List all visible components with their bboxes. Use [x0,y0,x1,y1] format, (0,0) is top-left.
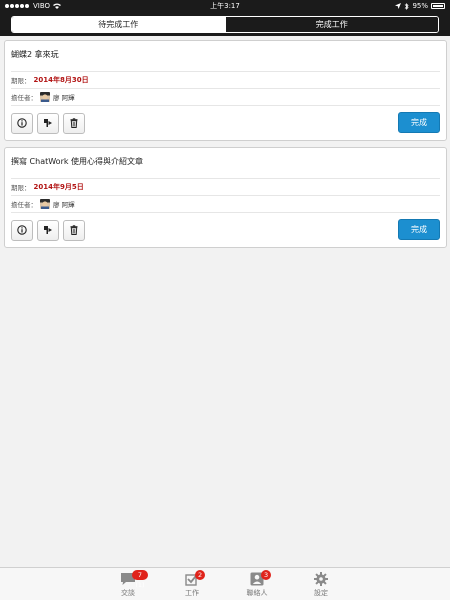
assignee-row: 擔任者： 廖 阿輝 [11,195,440,212]
status-left: VIBO [5,2,62,10]
info-icon [17,225,27,235]
task-card: 蝴蝶2 拿來玩 期限： 2014年8月30日 擔任者： 廖 阿輝 完成 [4,40,447,141]
trash-icon [70,118,78,128]
status-right: 95% [395,2,445,10]
assignee-label: 擔任者： [11,94,37,102]
tab-settings-label: 設定 [314,589,328,597]
deadline-date: 2014年9月5日 [33,183,84,191]
task-actions: 完成 [11,212,440,247]
contacts-badge: 3 [261,570,272,580]
reassign-button[interactable] [37,112,59,134]
assignee-name[interactable]: 廖 阿輝 [53,199,75,209]
bottom-tab-bar: 7 (1) 交談 2 工作 3 聯絡人 設定 [0,567,450,600]
trash-icon [70,225,78,235]
carrier-name: VIBO [33,2,51,10]
tab-completed-tasks[interactable]: 完成工作 [224,16,438,32]
avatar [40,199,50,209]
assignee-row: 擔任者： 廖 阿輝 [11,88,440,105]
complete-button[interactable]: 完成 [398,219,440,240]
task-actions: 完成 [11,105,440,140]
complete-button[interactable]: 完成 [398,112,440,133]
gear-icon [314,572,328,586]
battery-percent: 95% [412,2,428,10]
tab-tasks[interactable]: 2 工作 [172,570,212,598]
reassign-button[interactable] [37,219,59,241]
deadline-row: 期限： 2014年9月5日 [11,178,440,195]
tab-contacts-label: 聯絡人 [246,589,268,597]
tasks-badge: 2 [195,570,206,580]
header-bar: 待完成工作 完成工作 [0,12,450,36]
battery-icon [431,3,445,9]
status-bar: VIBO 上午3:17 95% [0,0,450,12]
tab-contacts[interactable]: 3 聯絡人 [237,570,277,598]
wifi-icon [53,3,62,9]
deadline-label: 期限： [11,77,31,85]
status-time: 上午3:17 [210,2,240,10]
reassign-icon [44,226,52,234]
info-button[interactable] [11,112,33,134]
location-icon [395,3,402,9]
delete-button[interactable] [63,112,85,134]
task-filter-segment: 待完成工作 完成工作 [11,15,439,33]
tab-pending-tasks[interactable]: 待完成工作 [12,16,225,32]
task-title: 撰寫 ChatWork 使用心得與介紹文章 [11,157,144,166]
deadline-date: 2014年8月30日 [33,76,89,84]
avatar [40,92,50,102]
info-button[interactable] [11,219,33,241]
task-card: 撰寫 ChatWork 使用心得與介紹文章 期限： 2014年9月5日 擔任者：… [4,147,447,248]
tab-settings[interactable]: 設定 [301,572,341,598]
task-list: 蝴蝶2 拿來玩 期限： 2014年8月30日 擔任者： 廖 阿輝 完成 撰寫 C… [4,40,447,254]
deadline-row: 期限： 2014年8月30日 [11,71,440,88]
delete-button[interactable] [63,219,85,241]
assignee-label: 擔任者： [11,201,37,209]
reassign-icon [44,119,52,127]
deadline-label: 期限： [11,184,31,192]
task-title: 蝴蝶2 拿來玩 [11,50,59,59]
assignee-name[interactable]: 廖 阿輝 [53,92,75,102]
chat-badge: 7 (1) [132,570,148,589]
tab-tasks-label: 工作 [185,589,199,597]
signal-icon [5,2,30,10]
info-icon [17,118,27,128]
bluetooth-icon [405,2,410,10]
tab-chat[interactable]: 7 (1) 交談 [108,570,148,598]
